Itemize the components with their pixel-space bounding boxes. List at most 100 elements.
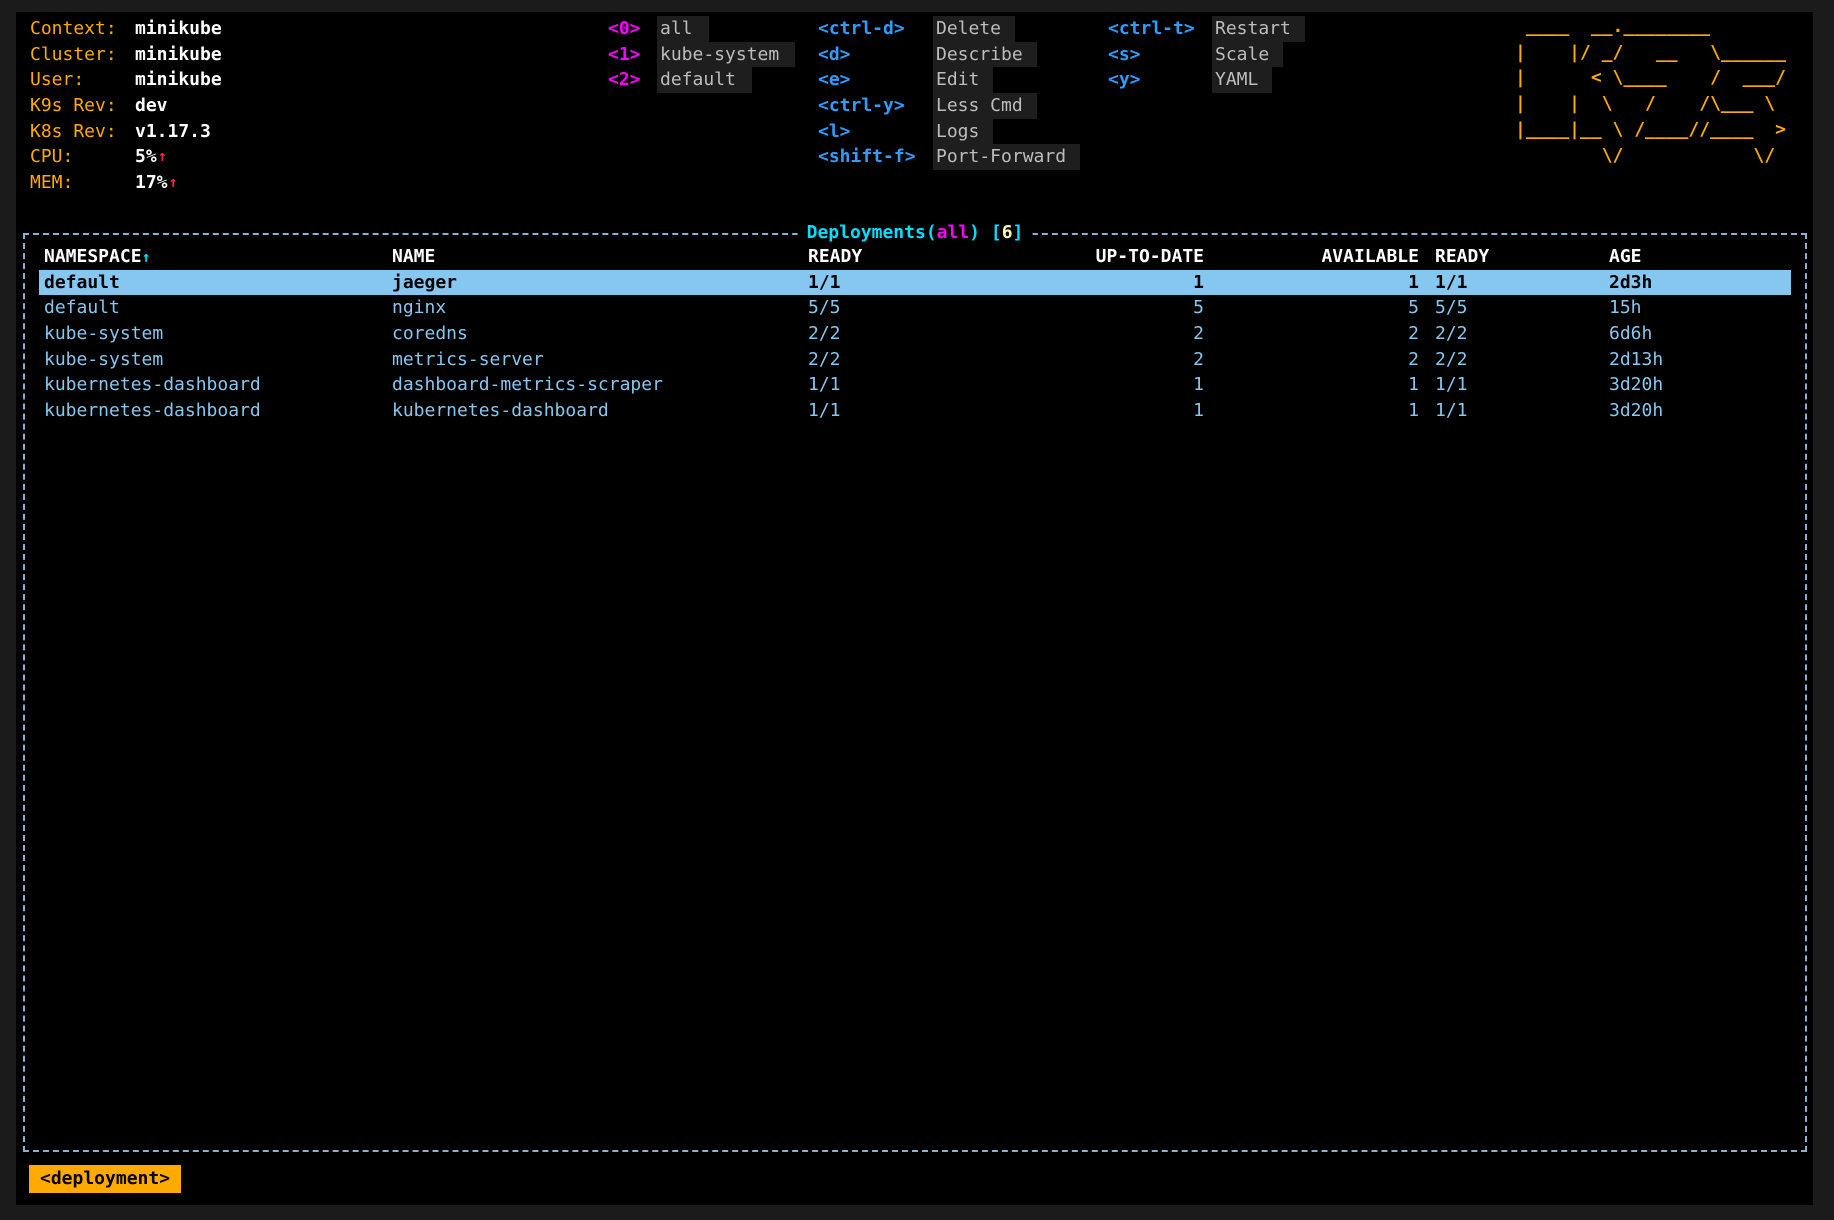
table-cell: 2/2 <box>808 321 932 347</box>
k9s-terminal: Context:minikubeCluster:minikubeUser:min… <box>16 12 1813 1205</box>
table-cell: 2/2 <box>1419 347 1609 373</box>
panel-title-resource: Deployments <box>807 222 926 243</box>
cluster-info-value: 17% <box>135 170 168 196</box>
keybinding-item: <l>Logs <box>818 119 1080 145</box>
table-cell: 2 <box>932 347 1204 373</box>
keybinding-item: <shift-f>Port-Forward <box>818 144 1080 170</box>
keybinding-item: <ctrl-y>Less Cmd <box>818 93 1080 119</box>
keybinding-item: <e>Edit <box>818 67 1080 93</box>
table-cell: 5/5 <box>1419 295 1609 321</box>
table-cell: 3d20h <box>1609 398 1791 424</box>
keybinding-item: <y>YAML <box>1108 67 1305 93</box>
table-row[interactable]: kubernetes-dashboardkubernetes-dashboard… <box>39 398 1791 424</box>
cluster-info-value: minikube <box>135 67 222 93</box>
table-cell: 2 <box>932 321 1204 347</box>
cluster-info-value: minikube <box>135 16 222 42</box>
sort-ascending-icon: ↑ <box>142 248 151 266</box>
table-cell: 2/2 <box>808 347 932 373</box>
namespace-shortcut: <0>all <box>608 16 795 42</box>
column-header-up-to-date: UP-TO-DATE <box>932 244 1204 270</box>
keybinding-item: <ctrl-t>Restart <box>1108 16 1305 42</box>
column-header-label: AGE <box>1609 246 1642 267</box>
table-cell: 1/1 <box>1419 270 1609 296</box>
table-cell: 5 <box>1204 295 1419 321</box>
namespace-shortcut: <2>default <box>608 67 795 93</box>
table-cell: 1 <box>932 372 1204 398</box>
keybinding-key: <s> <box>1108 42 1212 68</box>
cluster-info-label: User: <box>30 67 135 93</box>
table-row[interactable]: kube-systemmetrics-server2/2222/22d13h <box>39 347 1791 373</box>
table-cell: 1/1 <box>1419 398 1609 424</box>
table-cell: kubernetes-dashboard <box>39 398 392 424</box>
cluster-info-label: Context: <box>30 16 135 42</box>
cluster-info-label: CPU: <box>30 144 135 170</box>
table-cell: 2 <box>1204 347 1419 373</box>
table-cell: 2/2 <box>1419 321 1609 347</box>
column-header-namespace: NAMESPACE↑ <box>39 244 392 271</box>
cluster-info-row: Context:minikube <box>30 16 222 42</box>
bracket-close: ] <box>1013 222 1024 243</box>
namespace-shortcut-key: <1> <box>608 42 657 68</box>
column-header-label: READY <box>1435 246 1489 267</box>
paren-close: ) <box>969 222 980 243</box>
cluster-info-row: Cluster:minikube <box>30 42 222 68</box>
namespace-shortcut-key: <0> <box>608 16 657 42</box>
table-cell: dashboard-metrics-scraper <box>392 372 808 398</box>
table-cell: 2 <box>1204 321 1419 347</box>
keybinding-action-label: Edit <box>933 67 993 93</box>
table-cell: 1 <box>932 270 1204 296</box>
keybinding-action-label: Delete <box>933 16 1015 42</box>
keybinding-action-label: Restart <box>1212 16 1305 42</box>
cluster-info-label: MEM: <box>30 170 135 196</box>
table-cell: 6d6h <box>1609 321 1791 347</box>
panel-title-namespace: all <box>937 222 970 243</box>
table-cell: kubernetes-dashboard <box>39 372 392 398</box>
cluster-info-row: CPU:5%↑ <box>30 144 222 170</box>
keybinding-item: <ctrl-d>Delete <box>818 16 1080 42</box>
panel-title-count: 6 <box>1002 222 1013 243</box>
column-header-label: READY <box>808 246 862 267</box>
cluster-info-value: minikube <box>135 42 222 68</box>
column-header-label: NAME <box>392 246 435 267</box>
namespace-shortcut-label: kube-system <box>657 42 795 68</box>
keybinding-key: <d> <box>818 42 933 68</box>
deployments-panel: Deployments(all) [6] NAMESPACE↑NAMEREADY… <box>23 233 1807 1152</box>
keybinding-action-label: Scale <box>1212 42 1283 68</box>
cluster-info-row: User:minikube <box>30 67 222 93</box>
table-cell: 1 <box>1204 270 1419 296</box>
namespace-shortcut-label: default <box>657 67 752 93</box>
keybinding-item: <s>Scale <box>1108 42 1305 68</box>
column-header-ready: READY <box>808 244 932 270</box>
column-header-available: AVAILABLE <box>1204 244 1419 270</box>
table-cell: 1/1 <box>808 372 932 398</box>
table-row[interactable]: defaultnginx5/5555/515h <box>39 295 1791 321</box>
keybinding-key: <y> <box>1108 67 1212 93</box>
keybinding-action-label: Port-Forward <box>933 144 1080 170</box>
table-cell: 1 <box>1204 372 1419 398</box>
namespace-shortcuts-panel: <0>all<1>kube-system<2>default <box>608 16 795 93</box>
keybinding-action-label: YAML <box>1212 67 1272 93</box>
cluster-info-panel: Context:minikubeCluster:minikubeUser:min… <box>30 16 222 196</box>
keybinding-key: <l> <box>818 119 933 145</box>
keybindings-column-2: <ctrl-t>Restart<s>Scale<y>YAML <box>1108 16 1305 93</box>
metric-up-arrow-icon: ↑ <box>169 170 178 196</box>
table-cell: default <box>39 295 392 321</box>
table-row[interactable]: kube-systemcoredns2/2222/26d6h <box>39 321 1791 347</box>
paren-open: ( <box>926 222 937 243</box>
table-cell: kube-system <box>39 347 392 373</box>
column-header-label: AVAILABLE <box>1321 246 1419 267</box>
cluster-info-label: K8s Rev: <box>30 119 135 145</box>
panel-title: Deployments(all) [6] <box>798 220 1033 246</box>
table-cell: 5 <box>932 295 1204 321</box>
table-cell: 1/1 <box>1419 372 1609 398</box>
table-cell: 1/1 <box>808 398 932 424</box>
table-row[interactable]: kubernetes-dashboarddashboard-metrics-sc… <box>39 372 1791 398</box>
cluster-info-row: MEM:17%↑ <box>30 170 222 196</box>
metric-up-arrow-icon: ↑ <box>158 144 167 170</box>
keybinding-action-label: Describe <box>933 42 1037 68</box>
table-cell: 1/1 <box>808 270 932 296</box>
keybinding-action-label: Logs <box>933 119 993 145</box>
cluster-info-label: Cluster: <box>30 42 135 68</box>
table-cell: default <box>39 270 392 296</box>
table-row[interactable]: defaultjaeger1/1111/12d3h <box>39 270 1791 296</box>
